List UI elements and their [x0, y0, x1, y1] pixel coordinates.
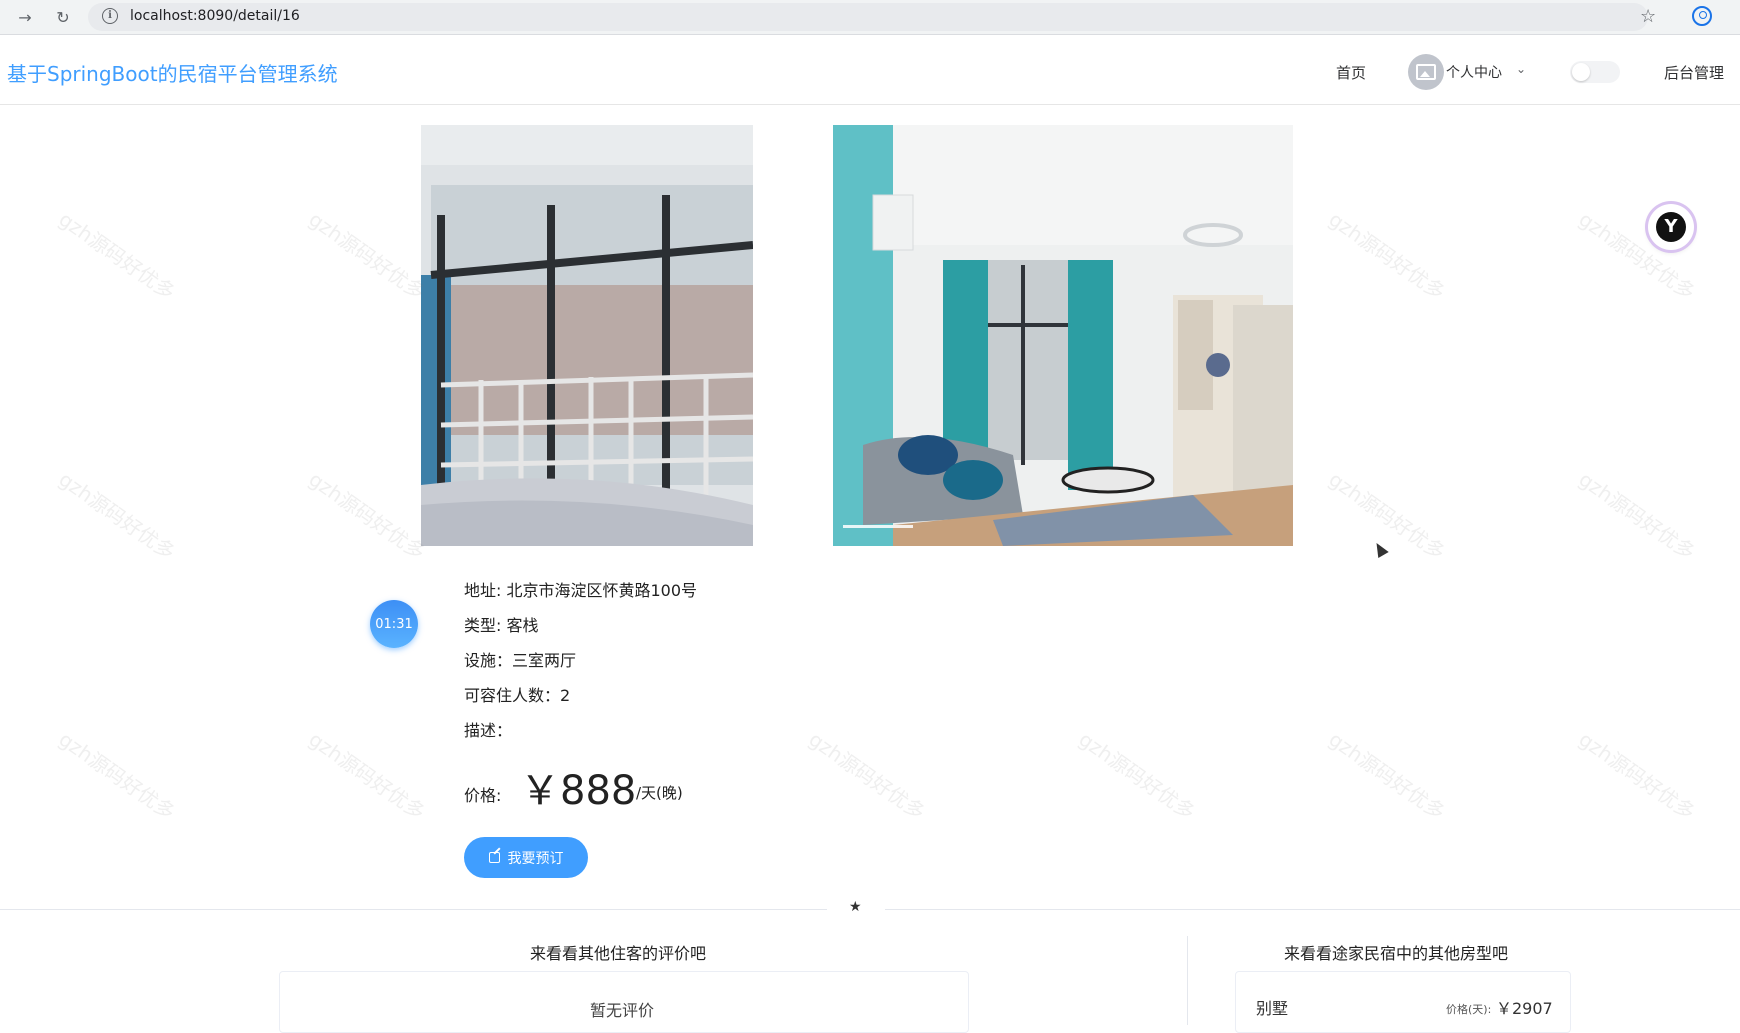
detail-address: 地址: 北京市海淀区怀黄路100号: [464, 581, 698, 600]
nav-admin[interactable]: 后台管理: [1664, 62, 1724, 83]
reviews-empty-text: 暂无评价: [590, 1001, 655, 1020]
reviews-title: 来看看其他住客的评价吧: [530, 944, 707, 963]
address-bar[interactable]: i localhost:8090/detail/16: [88, 3, 1648, 31]
room-photo-living: [833, 125, 1293, 546]
watermark: gzh源码好优多: [1574, 726, 1700, 825]
nav-personal-center[interactable]: 个人中心: [1446, 62, 1502, 82]
section-separator: [1187, 936, 1188, 1025]
url-text[interactable]: localhost:8090/detail/16: [130, 8, 300, 24]
app-header: 基于SpringBoot的民宿平台管理系统 首页 个人中心 ⌄ 后台管理: [0, 36, 1740, 105]
book-button[interactable]: 我要预订: [464, 837, 588, 878]
watermark: gzh源码好优多: [1324, 206, 1450, 305]
price-value: ￥888: [520, 768, 637, 814]
watermark: gzh源码好优多: [304, 466, 430, 565]
watermark: gzh源码好优多: [54, 206, 180, 305]
divider-right: [885, 909, 1740, 910]
chevron-down-icon[interactable]: ⌄: [1516, 62, 1526, 76]
app-title[interactable]: 基于SpringBoot的民宿平台管理系统: [7, 58, 338, 87]
star-icon: ★: [849, 899, 862, 915]
assistant-float-button[interactable]: Y: [1648, 204, 1694, 250]
other-rooms-title: 来看看途家民宿中的其他房型吧: [1284, 944, 1509, 963]
divider-left: [0, 909, 827, 910]
price-unit: /天(晚): [636, 784, 683, 802]
bookmark-star-icon[interactable]: ☆: [1640, 6, 1656, 27]
toggle-knob: [1572, 63, 1590, 81]
carousel-indicator[interactable]: [843, 525, 913, 528]
detail-type: 类型: 客栈: [464, 616, 539, 635]
assistant-logo-icon: Y: [1656, 212, 1686, 242]
watermark: gzh源码好优多: [304, 206, 430, 305]
watermark: gzh源码好优多: [804, 726, 930, 825]
watermark: gzh源码好优多: [304, 726, 430, 825]
image-placeholder-icon: [1416, 64, 1436, 80]
room-photo-bedroom: [421, 125, 753, 546]
browser-toolbar: → ↻ i localhost:8090/detail/16 ☆: [0, 0, 1740, 35]
other-room-price-label: 价格(天):: [1446, 1003, 1492, 1016]
browser-profile-icon[interactable]: [1692, 6, 1712, 26]
price-label: 价格:: [464, 786, 502, 805]
detail-capacity: 可容住人数：2: [464, 686, 571, 705]
watermark: gzh源码好优多: [1324, 726, 1450, 825]
avatar[interactable]: [1408, 54, 1444, 90]
other-room-price: ￥2907: [1496, 999, 1553, 1018]
watermark: gzh源码好优多: [1574, 466, 1700, 565]
mouse-cursor: [1371, 539, 1389, 559]
watermark: gzh源码好优多: [54, 726, 180, 825]
nav-home[interactable]: 首页: [1336, 62, 1366, 83]
watermark: gzh源码好优多: [1074, 726, 1200, 825]
watermark: gzh源码好优多: [54, 466, 180, 565]
timer-badge: 01:31: [370, 600, 418, 648]
forward-icon[interactable]: →: [14, 6, 36, 28]
reload-icon[interactable]: ↻: [52, 6, 74, 28]
book-button-label: 我要预订: [507, 850, 564, 867]
edit-icon: [488, 852, 500, 863]
other-room-name[interactable]: 别墅: [1256, 995, 1288, 1019]
theme-toggle[interactable]: [1570, 61, 1620, 83]
detail-facilities: 设施：三室两厅: [464, 651, 577, 670]
site-info-icon[interactable]: i: [102, 8, 118, 24]
detail-description: 描述：: [464, 721, 513, 740]
